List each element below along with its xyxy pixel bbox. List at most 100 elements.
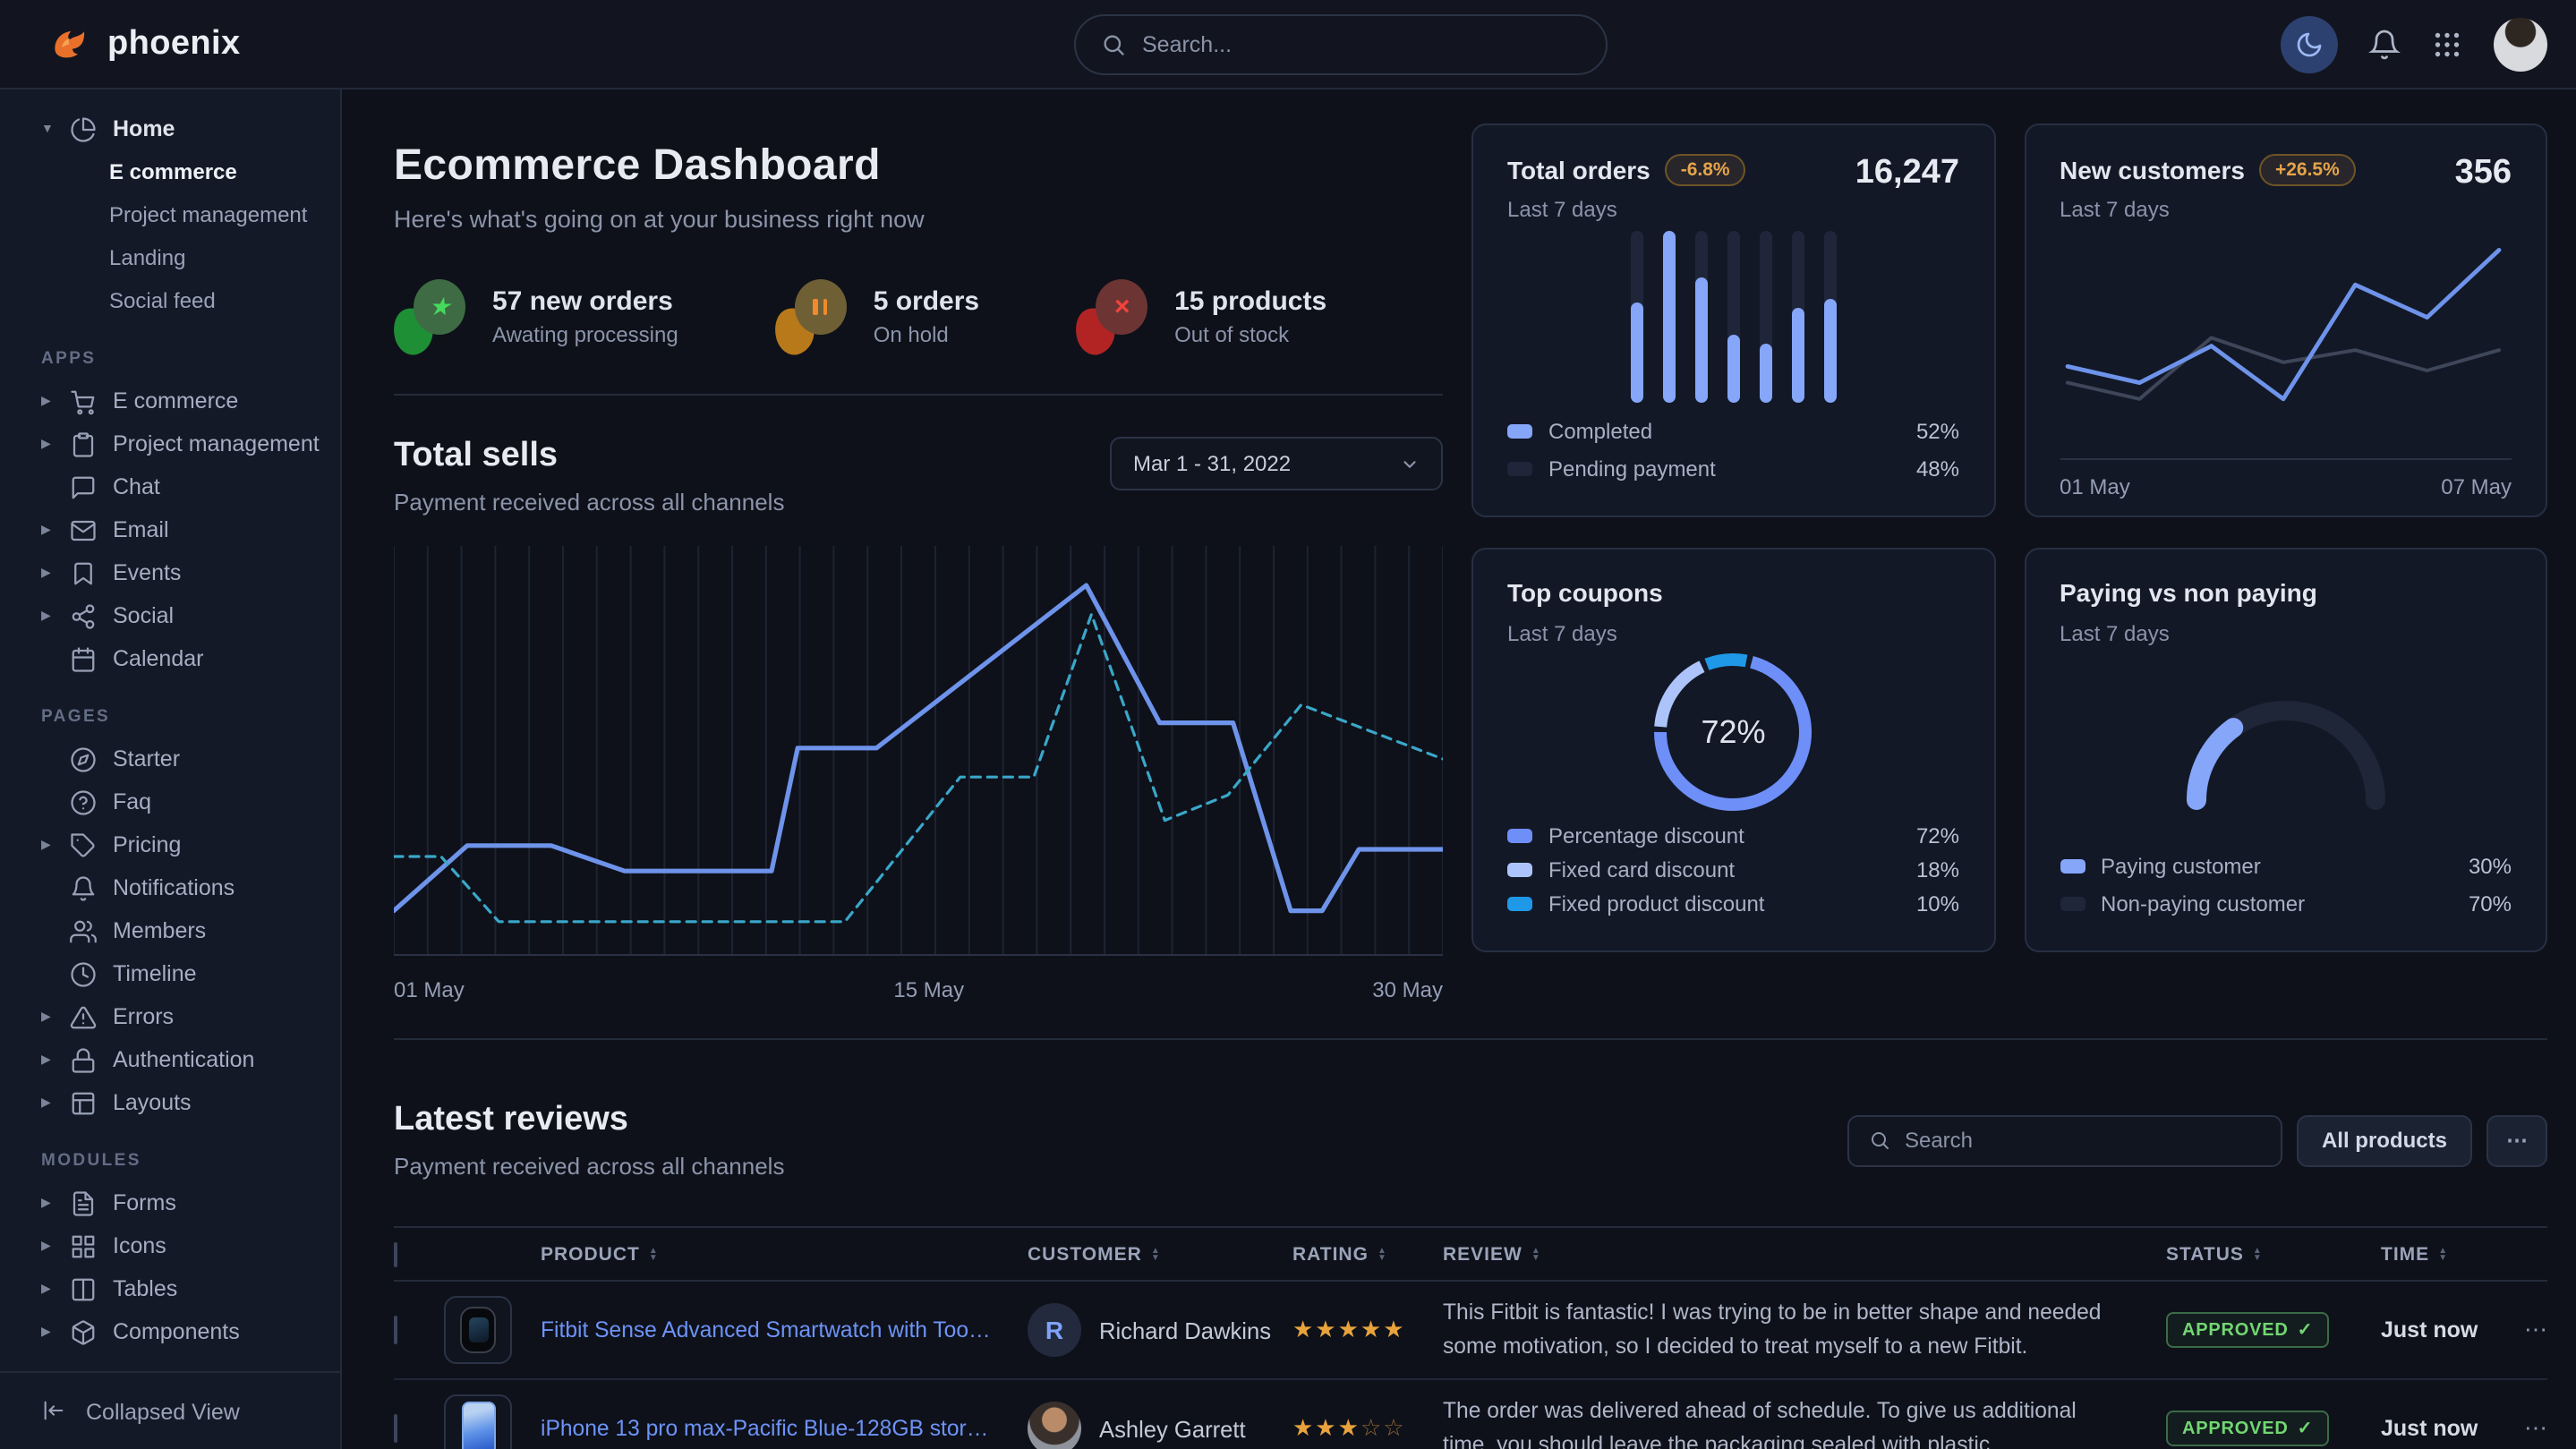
sidebar-item-icons[interactable]: ▶Icons (0, 1224, 340, 1267)
navbar-actions (2281, 15, 2547, 72)
total-sells-title: Total sells (394, 437, 784, 476)
chevron-right-icon: ▶ (41, 1010, 54, 1024)
select-all-checkbox[interactable] (394, 1241, 397, 1266)
sidebar-item-email[interactable]: ▶Email (0, 508, 340, 551)
column-product[interactable]: PRODUCT (541, 1243, 1028, 1265)
row-actions-button[interactable]: ⋯ (2524, 1316, 2555, 1344)
collapse-icon (41, 1398, 68, 1425)
reviews-search-input[interactable] (1905, 1128, 2227, 1153)
out-of-stock-x-icon: × (1076, 279, 1147, 354)
check-icon: ✓ (2298, 1320, 2314, 1340)
sidebar-item-chat[interactable]: ▶Chat (0, 465, 340, 508)
help-circle-icon (70, 788, 97, 815)
apps-menu-button[interactable] (2431, 28, 2463, 60)
chat-icon (70, 473, 97, 500)
sort-icon (1151, 1247, 1161, 1261)
bookmark-icon (70, 559, 97, 586)
table-row: Fitbit Sense Advanced Smartwatch with To… (394, 1282, 2547, 1380)
sidebar-item-notifications[interactable]: ▶Notifications (0, 866, 340, 909)
customer-avatar: R (1028, 1303, 1081, 1357)
sidebar: ▼ Home E commerce Project management Lan… (0, 89, 342, 1449)
phoenix-flame-icon (47, 21, 91, 66)
sidebar-item-authentication[interactable]: ▶Authentication (0, 1038, 340, 1081)
total-sells-x-axis: 01 May 15 May 30 May (394, 977, 1443, 1013)
sidebar-item-social[interactable]: ▶Social (0, 594, 340, 637)
sidebar-item-starter[interactable]: ▶Starter (0, 737, 340, 780)
page-subtitle: Here's what's going on at your business … (394, 206, 1443, 233)
customer-avatar (1028, 1402, 1081, 1449)
sort-icon (2253, 1247, 2263, 1261)
sidebar-item-errors[interactable]: ▶Errors (0, 995, 340, 1038)
product-thumbnail-iphone[interactable] (444, 1394, 512, 1449)
paying-vs-non-paying-card: Paying vs non paying Last 7 days Paying … (2024, 548, 2547, 952)
chevron-right-icon: ▶ (41, 1095, 54, 1110)
column-status[interactable]: STATUS (2166, 1243, 2381, 1265)
legend-percentage-discount: Percentage discount72% (1507, 818, 1959, 853)
sidebar-item-pricing[interactable]: ▶Pricing (0, 823, 340, 866)
theme-toggle-button[interactable] (2281, 15, 2338, 72)
column-time[interactable]: TIME (2381, 1243, 2524, 1265)
moon-icon (2295, 30, 2324, 58)
alert-triangle-icon (70, 1003, 97, 1030)
sidebar-item-faq[interactable]: ▶Faq (0, 780, 340, 823)
customer-name: Ashley Garrett (1099, 1415, 1246, 1442)
sidebar-item-components[interactable]: ▶Components (0, 1310, 340, 1353)
row-actions-button[interactable]: ⋯ (2524, 1414, 2555, 1443)
sidebar-item-timeline[interactable]: ▶Timeline (0, 952, 340, 995)
date-range-select[interactable]: Mar 1 - 31, 2022 (1110, 437, 1443, 490)
review-time: Just now (2381, 1317, 2524, 1342)
total-orders-bar-chart (1507, 222, 1959, 412)
bell-icon (70, 874, 97, 901)
notifications-button[interactable] (2368, 28, 2401, 60)
reviews-search[interactable] (1847, 1114, 2282, 1166)
user-avatar[interactable] (2494, 17, 2547, 71)
users-icon (70, 917, 97, 944)
product-thumbnail-smartwatch[interactable] (444, 1296, 512, 1364)
row-checkbox[interactable] (394, 1414, 397, 1443)
sidebar-subitem-e-commerce[interactable]: E commerce (0, 150, 340, 193)
legend-paying-customer: Paying customer30% (2060, 847, 2512, 884)
sidebar-item-project-management-app[interactable]: ▶Project management (0, 422, 340, 465)
bell-icon (2368, 28, 2401, 60)
chevron-right-icon: ▶ (41, 1196, 54, 1210)
calendar-icon (70, 645, 97, 672)
search-icon (1869, 1129, 1890, 1151)
sidebar-item-ecommerce-app[interactable]: ▶E commerce (0, 379, 340, 422)
lock-icon (70, 1046, 97, 1073)
chevron-down-icon: ▼ (41, 123, 54, 135)
legend-non-paying-customer: Non-paying customer70% (2060, 884, 2512, 922)
rating-stars: ★★★★★ (1292, 1316, 1443, 1344)
cart-icon (70, 388, 97, 414)
sidebar-item-calendar[interactable]: ▶Calendar (0, 637, 340, 680)
product-link[interactable]: iPhone 13 pro max-Pacific Blue-128GB sto… (541, 1416, 1028, 1441)
sidebar-subitem-social-feed[interactable]: Social feed (0, 279, 340, 322)
status-badge: APPROVED✓ (2166, 1411, 2329, 1446)
sidebar-subitem-landing[interactable]: Landing (0, 236, 340, 279)
package-icon (70, 1318, 97, 1345)
search-input[interactable] (1142, 32, 1554, 57)
column-review[interactable]: REVIEW (1443, 1243, 2166, 1265)
global-search[interactable] (1074, 14, 1608, 75)
all-products-button[interactable]: All products (2297, 1114, 2472, 1166)
new-customers-x-axis: 01 May 07 May (2060, 458, 2512, 499)
brand-logo[interactable]: phoenix (47, 21, 241, 66)
sidebar-subitem-project-management[interactable]: Project management (0, 193, 340, 236)
sidebar-item-tables[interactable]: ▶Tables (0, 1267, 340, 1310)
chevron-right-icon: ▶ (41, 1282, 54, 1296)
product-link[interactable]: Fitbit Sense Advanced Smartwatch with To… (541, 1317, 1028, 1342)
column-rating[interactable]: RATING (1292, 1243, 1443, 1265)
reviews-table: PRODUCT CUSTOMER RATING REVIEW STATUS TI… (394, 1226, 2547, 1449)
share-icon (70, 602, 97, 629)
reviews-more-button[interactable]: ⋯ (2486, 1114, 2547, 1166)
sidebar-item-home[interactable]: ▼ Home (0, 107, 340, 150)
app-root: phoenix ▼ Home E commerce Project mana (0, 0, 2576, 1449)
sidebar-item-members[interactable]: ▶Members (0, 909, 340, 952)
row-checkbox[interactable] (394, 1316, 397, 1344)
column-customer[interactable]: CUSTOMER (1028, 1243, 1292, 1265)
mail-icon (70, 516, 97, 543)
sidebar-item-layouts[interactable]: ▶Layouts (0, 1081, 340, 1124)
sidebar-item-forms[interactable]: ▶Forms (0, 1181, 340, 1224)
sidebar-item-events[interactable]: ▶Events (0, 551, 340, 594)
collapse-sidebar-button[interactable]: Collapsed View (0, 1371, 340, 1449)
status-badge: APPROVED✓ (2166, 1312, 2329, 1348)
